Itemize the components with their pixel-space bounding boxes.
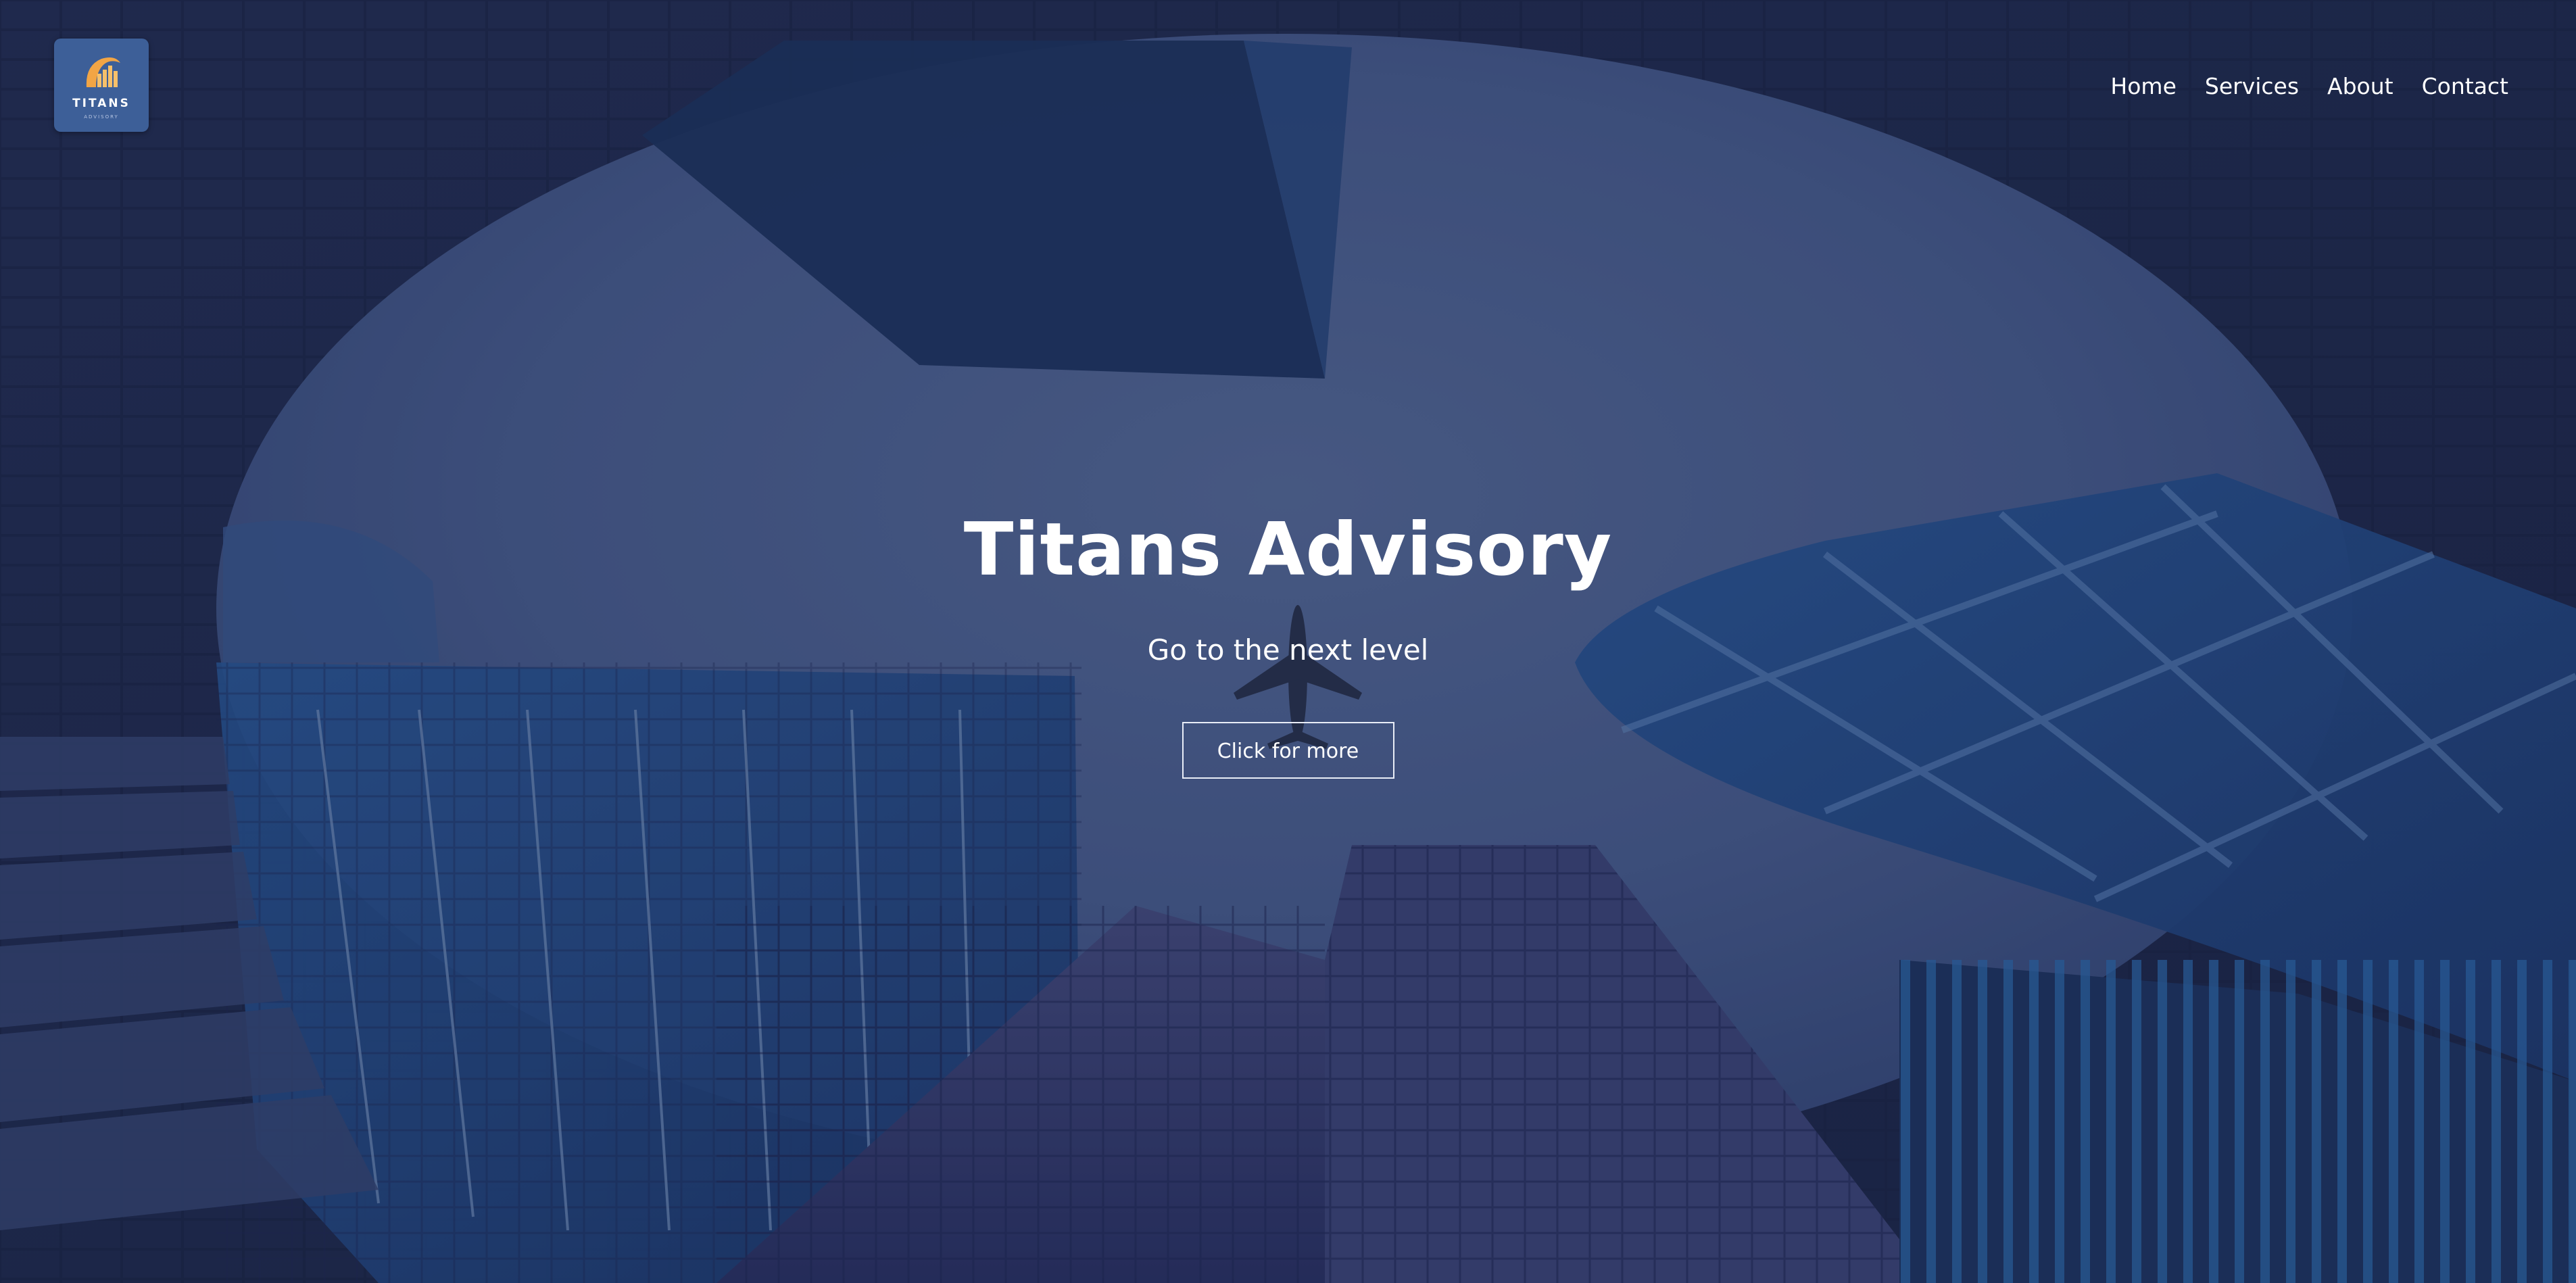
nav-about[interactable]: About — [2327, 73, 2393, 99]
click-for-more-button[interactable]: Click for more — [1182, 722, 1394, 779]
brand-logo[interactable]: TITANS ADVISORY — [54, 39, 149, 132]
nav-contact[interactable]: Contact — [2422, 73, 2508, 99]
nav-services[interactable]: Services — [2205, 73, 2299, 99]
hero-title: Titans Advisory — [963, 508, 1613, 592]
nav-home[interactable]: Home — [2110, 73, 2176, 99]
logo-text: TITANS — [72, 97, 130, 110]
hero-subtitle: Go to the next level — [1147, 633, 1429, 667]
hero-section: TITANS ADVISORY Home Services About Cont… — [0, 0, 2576, 1283]
main-nav: Home Services About Contact — [2082, 73, 2508, 99]
logo-subtext: ADVISORY — [84, 114, 119, 120]
logo-building-icon — [86, 57, 120, 87]
hero-content: Titans Advisory Go to the next level Cli… — [0, 500, 2576, 779]
